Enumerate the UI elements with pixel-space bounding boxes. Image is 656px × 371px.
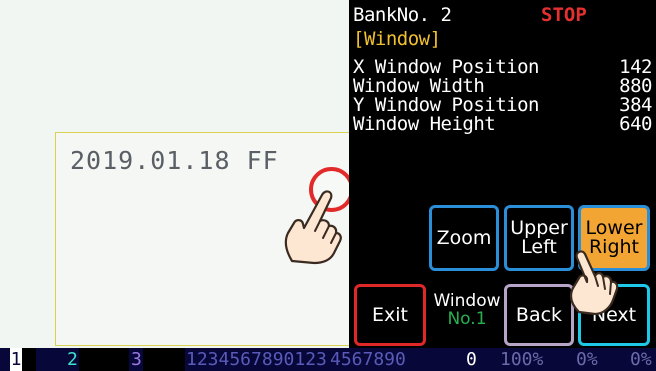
param-label: Window Height	[353, 113, 496, 135]
window-label: Window	[433, 291, 501, 311]
run-state-badge: STOP	[541, 4, 587, 26]
counter-digits-2: 4567890	[330, 349, 406, 370]
printed-date-text: 2019.01.18 FF	[70, 146, 279, 175]
slot-1-indicator: 1	[10, 348, 22, 371]
status-bar: 1 2 3 1234567890123 4567890 0 100% 0% 0%	[0, 348, 656, 371]
window-selector[interactable]: Window No.1	[433, 292, 501, 328]
exit-button[interactable]: Exit	[354, 284, 426, 346]
count-value: 0	[466, 349, 477, 370]
percent-3: 0%	[630, 349, 652, 370]
slot-2-gap	[79, 348, 129, 371]
zoom-button-label: Zoom	[436, 226, 492, 249]
slot-1-gap	[22, 348, 36, 371]
back-button-label: Back	[515, 303, 563, 326]
slot-3-gap	[143, 348, 185, 371]
bank-number: BankNo. 2	[353, 4, 452, 26]
pointing-hand-icon	[284, 190, 342, 265]
upper-left-label-line2: Left	[521, 236, 557, 258]
param-value: 640	[619, 113, 652, 135]
pointing-hand-icon	[569, 250, 619, 316]
exit-button-label: Exit	[372, 303, 408, 326]
slot-3-indicator: 3	[131, 349, 142, 370]
upper-left-button[interactable]: Upper Left	[504, 205, 574, 271]
section-title: [Window]	[353, 28, 441, 50]
camera-view[interactable]: 2019.01.18 FF	[0, 0, 354, 348]
back-button[interactable]: Back	[504, 284, 574, 346]
window-number: No.1	[447, 309, 487, 329]
slot-2-indicator: 2	[67, 349, 78, 370]
percent-1: 100%	[500, 349, 544, 370]
counter-digits: 1234567890123	[186, 349, 327, 370]
zoom-button[interactable]: Zoom	[429, 205, 499, 271]
percent-2: 0%	[576, 349, 598, 370]
